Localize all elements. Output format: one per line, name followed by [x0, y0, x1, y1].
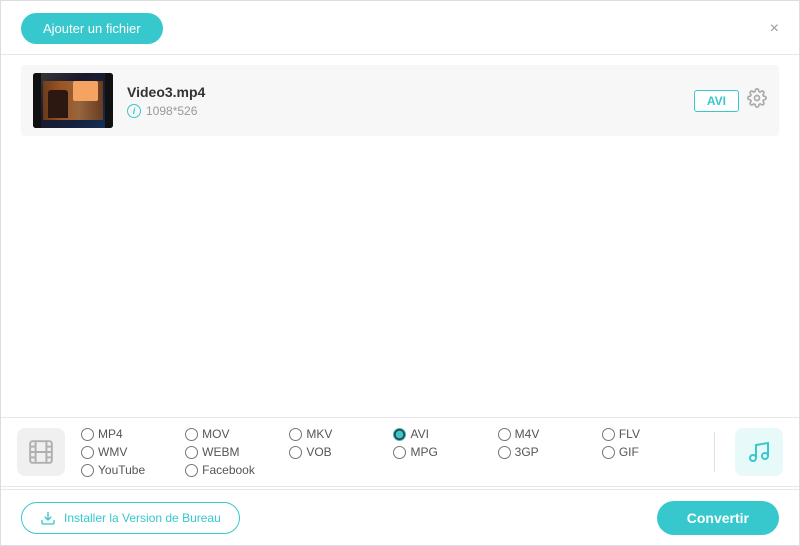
header: Ajouter un fichier × [1, 1, 799, 55]
format-option-wmv[interactable]: WMV [81, 443, 185, 461]
format-option-mpg[interactable]: MPG [393, 443, 497, 461]
format-label-mp4[interactable]: MP4 [98, 427, 123, 441]
format-option-gif[interactable]: GIF [602, 443, 706, 461]
format-bar: MP4 MOV MKV AVI M4V FLV WMV WEBM [1, 417, 799, 487]
file-list: Video3.mp4 i 1098*526 AVI [1, 55, 799, 355]
gear-icon [747, 88, 767, 108]
format-label-mkv[interactable]: MKV [306, 427, 332, 441]
format-option-mp4[interactable]: MP4 [81, 425, 185, 443]
info-icon: i [127, 104, 141, 118]
format-label-gif[interactable]: GIF [619, 445, 639, 459]
download-icon [40, 510, 56, 526]
format-label-mov[interactable]: MOV [202, 427, 229, 441]
footer: Installer la Version de Bureau Convertir [1, 489, 799, 545]
settings-button[interactable] [747, 88, 767, 113]
format-option-youtube[interactable]: YouTube [81, 461, 185, 479]
install-label: Installer la Version de Bureau [64, 511, 221, 525]
film-icon [28, 439, 54, 465]
format-options: MP4 MOV MKV AVI M4V FLV WMV WEBM [81, 425, 706, 479]
file-actions: AVI [694, 88, 767, 113]
video-format-icon-wrap[interactable] [17, 428, 65, 476]
format-label-facebook[interactable]: Facebook [202, 463, 255, 477]
file-info: Video3.mp4 i 1098*526 [127, 84, 694, 118]
format-divider [714, 432, 715, 472]
add-file-button[interactable]: Ajouter un fichier [21, 13, 163, 44]
file-resolution: 1098*526 [146, 104, 197, 118]
format-label-avi[interactable]: AVI [410, 427, 428, 441]
format-option-mov[interactable]: MOV [185, 425, 289, 443]
format-option-mkv[interactable]: MKV [289, 425, 393, 443]
file-name: Video3.mp4 [127, 84, 694, 100]
audio-format-button[interactable] [735, 428, 783, 476]
file-meta: i 1098*526 [127, 104, 694, 118]
format-label-3gp[interactable]: 3GP [515, 445, 539, 459]
format-option-webm[interactable]: WEBM [185, 443, 289, 461]
format-option-avi[interactable]: AVI [393, 425, 497, 443]
format-badge-button[interactable]: AVI [694, 90, 739, 112]
format-label-mpg[interactable]: MPG [410, 445, 437, 459]
file-thumbnail [33, 73, 113, 128]
format-label-webm[interactable]: WEBM [202, 445, 239, 459]
film-strip-visual [33, 73, 113, 128]
format-option-flv[interactable]: FLV [602, 425, 706, 443]
format-label-m4v[interactable]: M4V [515, 427, 540, 441]
music-icon [747, 440, 771, 464]
format-option-vob[interactable]: VOB [289, 443, 393, 461]
format-label-youtube[interactable]: YouTube [98, 463, 145, 477]
format-label-vob[interactable]: VOB [306, 445, 331, 459]
file-item: Video3.mp4 i 1098*526 AVI [21, 65, 779, 136]
format-option-m4v[interactable]: M4V [498, 425, 602, 443]
install-desktop-button[interactable]: Installer la Version de Bureau [21, 502, 240, 534]
format-option-facebook[interactable]: Facebook [185, 461, 289, 479]
close-button[interactable]: × [770, 21, 779, 37]
format-label-wmv[interactable]: WMV [98, 445, 127, 459]
format-label-flv[interactable]: FLV [619, 427, 640, 441]
convert-button[interactable]: Convertir [657, 501, 779, 535]
format-option-3gp[interactable]: 3GP [498, 443, 602, 461]
